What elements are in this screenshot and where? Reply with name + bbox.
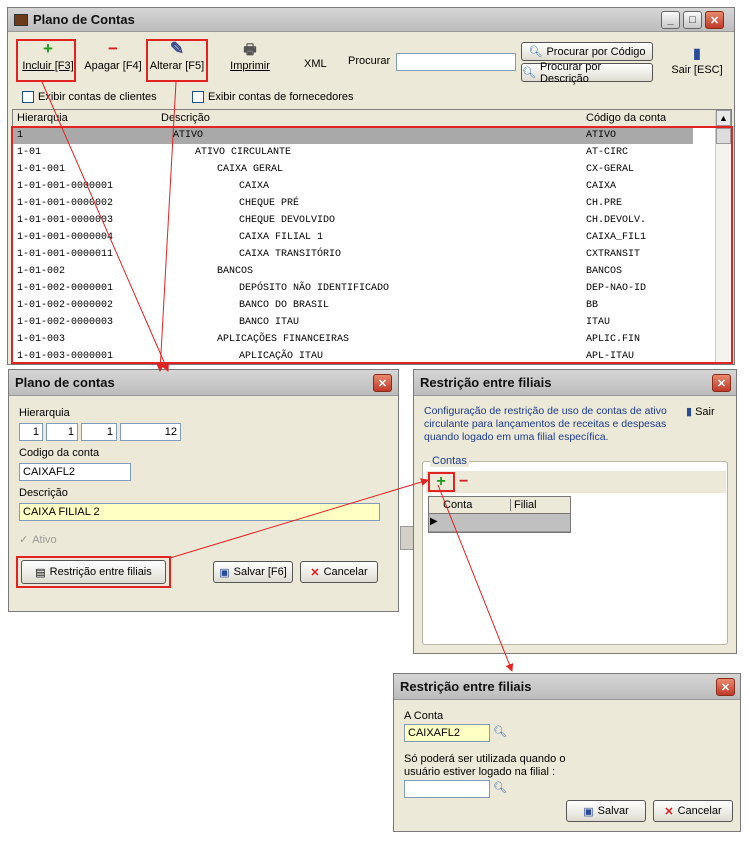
a-conta-input[interactable]: CAIXAFL2 [404, 724, 490, 742]
search-icon: 🔍︎ [522, 67, 536, 79]
remove-conta-button[interactable]: − [459, 473, 475, 491]
apagar-button[interactable]: − Apagar [F4] [82, 39, 144, 73]
col-descricao[interactable]: Descrição [161, 112, 210, 124]
ativo-checkbox[interactable]: ✓ Ativo [19, 533, 57, 547]
sair-button[interactable]: ▮ Sair [ESC] [666, 44, 728, 76]
salvar-f6-button[interactable]: ▣ Salvar [F6] [213, 561, 293, 583]
restricao-sair-button[interactable]: ▮ Sair [686, 405, 715, 419]
hierarquia-field-3[interactable]: 1 [81, 423, 117, 441]
hierarquia-label: Hierarquia [19, 407, 70, 419]
restricao-dialog: Restrição entre filiais ✕ Configuração d… [413, 369, 737, 654]
xml-button[interactable]: XML [304, 58, 327, 70]
restricao-small-close-button[interactable]: ✕ [716, 678, 735, 696]
contas-grid-row[interactable]: ▶ [429, 514, 570, 532]
small-salvar-button[interactable]: ▣ Salvar [566, 800, 646, 822]
procurar-label: Procurar [348, 55, 391, 67]
floppy-disk-icon: ▣ [583, 805, 594, 818]
scroll-up-icon[interactable]: ▲ [716, 110, 731, 126]
minus-icon: − [108, 39, 118, 58]
col-filial[interactable]: Filial [510, 499, 537, 511]
imprimir-button[interactable]: 🖶 Imprimir [224, 40, 276, 72]
main-window: Plano de Contas _ □ ✕ + Incluir [F3] − A… [7, 7, 735, 365]
cancel-x-icon: ✕ [310, 566, 320, 579]
restricao-small-dialog: Restrição entre filiais ✕ A Conta CAIXAF… [393, 673, 741, 832]
restricao-close-button[interactable]: ✕ [712, 374, 731, 392]
exit-door-icon: ▮ [693, 45, 701, 61]
search-icon: 🔍︎ [528, 46, 543, 58]
highlight-alterar [146, 39, 208, 82]
fornecedores-checkbox[interactable] [192, 91, 204, 103]
contas-grid: Conta Filial ▶ [428, 496, 571, 533]
close-button[interactable]: ✕ [705, 11, 724, 29]
hierarquia-field-1[interactable]: 1 [19, 423, 43, 441]
a-conta-label: A Conta [404, 710, 444, 722]
restricao-small-title: Restrição entre filiais [400, 679, 532, 694]
hierarquia-field-2[interactable]: 1 [46, 423, 78, 441]
contas-grid-header: Conta Filial [429, 497, 570, 514]
main-title: Plano de Contas [33, 12, 135, 27]
procurar-codigo-button[interactable]: 🔍︎ Procurar por Código [521, 42, 653, 61]
clientes-checkbox[interactable] [22, 91, 34, 103]
plano-close-button[interactable]: ✕ [373, 374, 392, 392]
info-text: Só poderá ser utilizada quando o usuário… [404, 753, 566, 778]
plano-dialog: Plano de contas ✕ Hierarquia 1 1 1 12 Co… [8, 369, 399, 612]
descricao-label: Descrição [19, 487, 68, 499]
restricao-description: Configuração de restrição de uso de cont… [424, 405, 667, 443]
maximize-button[interactable]: □ [683, 11, 702, 29]
codigo-label: Codigo da conta [19, 447, 100, 459]
small-cancelar-button[interactable]: ✕ Cancelar [653, 800, 733, 822]
row-indicator-icon: ▶ [430, 516, 438, 527]
col-codigo[interactable]: Código da conta [586, 112, 666, 124]
filter-fornecedores[interactable]: Exibir contas de fornecedores [192, 91, 354, 103]
restricao-small-titlebar: Restrição entre filiais [394, 674, 740, 700]
search-conta-icon[interactable]: 🔍︎ [493, 725, 507, 738]
highlight-add-conta [428, 472, 455, 492]
printer-icon: 🖶 [243, 41, 257, 57]
floppy-disk-icon: ▣ [219, 566, 230, 579]
restricao-title: Restrição entre filiais [420, 375, 552, 390]
cancelar-button[interactable]: ✕ Cancelar [300, 561, 378, 583]
minimize-button[interactable]: _ [661, 11, 680, 29]
codigo-input[interactable]: CAIXAFL2 [19, 463, 131, 481]
col-hierarquia[interactable]: Hierarquia [17, 112, 68, 124]
exit-door-icon: ▮ [686, 406, 693, 418]
grid-header: Hierarquia Descrição Código da conta [13, 110, 715, 127]
filial-input[interactable] [404, 780, 490, 798]
background-strip [400, 526, 414, 550]
procurar-descricao-button[interactable]: 🔍︎ Procurar por Descrição [521, 61, 653, 85]
contas-group-label: Contas [430, 455, 469, 467]
cancel-x-icon: ✕ [664, 805, 674, 818]
main-titlebar: Plano de Contas [8, 8, 734, 32]
highlight-restricao [16, 556, 171, 588]
hierarquia-field-4[interactable]: 12 [120, 423, 181, 441]
highlight-incluir [16, 39, 76, 82]
check-icon: ✓ [19, 534, 29, 546]
search-filial-icon[interactable]: 🔍︎ [493, 781, 507, 794]
descricao-input[interactable]: CAIXA FILIAL 2 [19, 503, 380, 521]
procurar-input[interactable] [396, 53, 516, 71]
filter-clientes[interactable]: Exibir contas de clientes [22, 91, 157, 103]
plano-title: Plano de contas [15, 375, 115, 390]
plano-titlebar: Plano de contas [9, 370, 398, 396]
highlight-grid [11, 126, 733, 364]
app-icon [14, 13, 28, 26]
restricao-titlebar: Restrição entre filiais [414, 370, 736, 396]
col-conta[interactable]: Conta [443, 499, 472, 511]
